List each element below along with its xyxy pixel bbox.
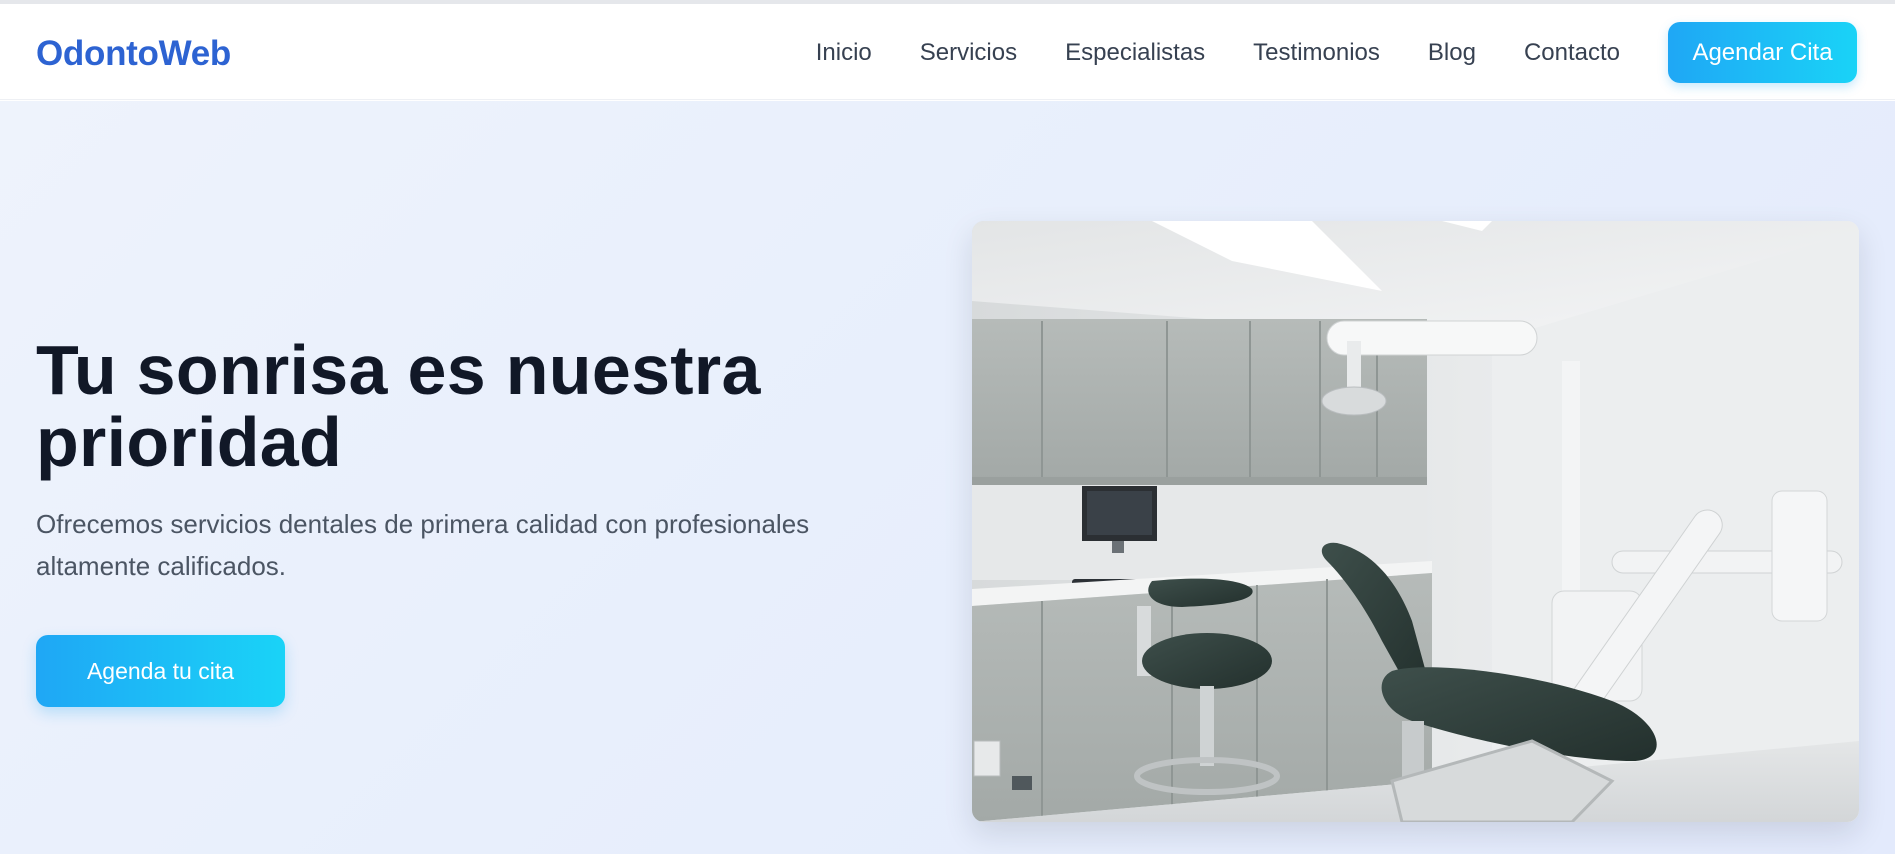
nav-link-blog[interactable]: Blog [1428,39,1476,67]
nav-link-inicio[interactable]: Inicio [816,39,872,67]
nav-link-contacto[interactable]: Contacto [1524,39,1620,67]
hero-title: Tu sonrisa es nuestra prioridad [36,331,761,481]
agendar-cita-button[interactable]: Agendar Cita [1668,22,1857,83]
main-nav: Inicio Servicios Especialistas Testimoni… [816,22,1857,83]
agenda-tu-cita-button[interactable]: Agenda tu cita [36,635,285,707]
hero-section: Tu sonrisa es nuestra prioridad Ofrecemo… [0,101,1895,854]
nav-link-especialistas[interactable]: Especialistas [1065,39,1205,67]
nav-link-testimonios[interactable]: Testimonios [1253,39,1380,67]
hero-subtitle: Ofrecemos servicios dentales de primera … [36,509,810,581]
nav-link-servicios[interactable]: Servicios [920,39,1017,67]
dental-office-photo [972,221,1859,822]
site-header: OdontoWeb Inicio Servicios Especialistas… [0,4,1895,100]
brand-logo[interactable]: OdontoWeb [36,34,231,74]
dental-office-illustration [972,221,1859,822]
